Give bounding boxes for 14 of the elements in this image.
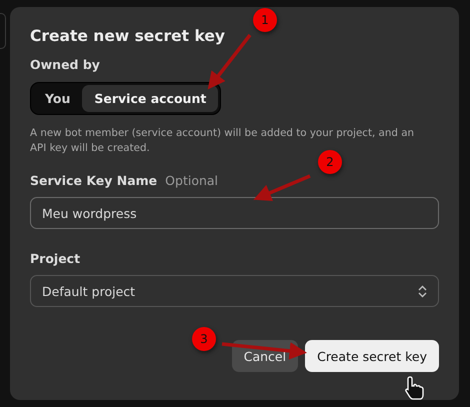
optional-hint: Optional: [165, 173, 218, 188]
hand-cursor-icon: [405, 376, 424, 400]
dialog-title: Create new secret key: [30, 27, 225, 45]
project-select[interactable]: Default project: [30, 275, 439, 307]
annotation-arrow: [254, 174, 311, 201]
background-panel: [0, 13, 6, 49]
field-label: Project: [30, 251, 80, 266]
segment-tab[interactable]: Service account: [82, 85, 218, 112]
field-label: Owned by: [30, 57, 100, 72]
field-label: Service Key Name: [30, 173, 158, 188]
input-field[interactable]: Meu wordpress: [30, 197, 439, 229]
create-button[interactable]: Create secret key: [305, 340, 439, 372]
chevron-updown-icon: [418, 284, 427, 298]
segment-tab[interactable]: You: [33, 85, 82, 112]
